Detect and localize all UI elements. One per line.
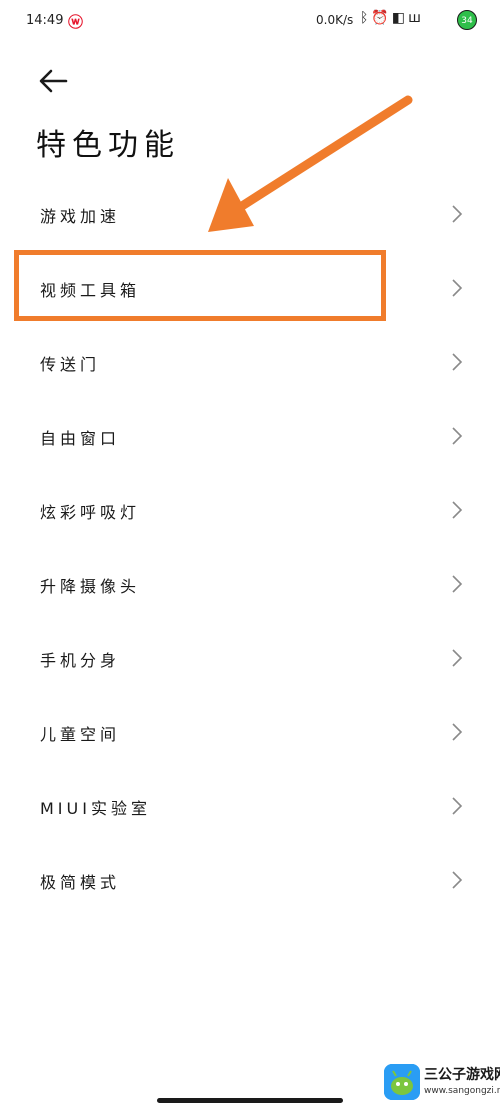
watermark-url: www.sangongzi.net — [424, 1086, 500, 1096]
watermark-title: 三公子游戏网 — [424, 1067, 500, 1083]
home-indicator[interactable] — [157, 1098, 343, 1103]
watermark-logo — [384, 1064, 420, 1100]
watermark: 三公子游戏网 www.sangongzi.net — [384, 1060, 500, 1111]
pointer-arrow-icon — [208, 95, 413, 232]
